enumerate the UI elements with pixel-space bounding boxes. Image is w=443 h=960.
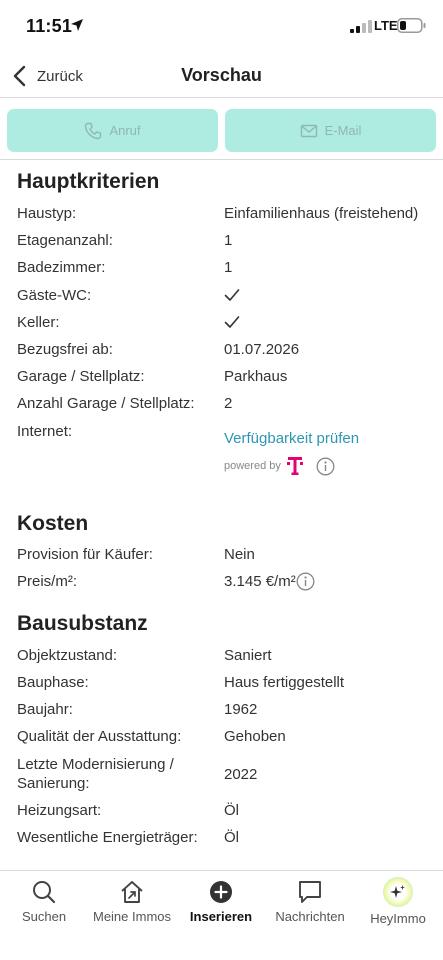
search-icon: [33, 881, 56, 904]
signal-icon: [350, 20, 372, 33]
navigation-bar: Zurück Vorschau: [0, 52, 443, 98]
row-value-year-built: 1962: [224, 701, 258, 718]
sparkle-icon: [390, 885, 405, 898]
tab-bar: Suchen Meine Immos Inserieren Nachrichte…: [0, 871, 443, 960]
tab-heyimmo[interactable]: HeyImmo: [354, 877, 442, 926]
checkmark-icon: [224, 289, 240, 301]
row-value-price-per-sqm: 3.145 €/m²: [224, 573, 296, 590]
call-label: Anruf: [109, 123, 141, 138]
row-value-house-type: Einfamilienhaus (freistehend): [224, 205, 419, 222]
email-button[interactable]: E-Mail: [225, 109, 436, 152]
home-icon: [121, 881, 143, 903]
powered-by-telekom: powered by: [224, 456, 335, 476]
chat-icon: [299, 881, 321, 903]
row-label-modernization-line1: Letzte Modernisierung /: [17, 756, 174, 773]
section-title-main: Hauptkriterien: [17, 170, 160, 193]
row-label-price-per-sqm: Preis/m²:: [17, 573, 77, 590]
tab-publish[interactable]: Inserieren: [177, 879, 265, 924]
row-label-energy-source: Wesentliche Energieträger:: [17, 829, 198, 846]
network-type: LTE: [374, 18, 398, 33]
tab-my-properties[interactable]: Meine Immos: [88, 879, 176, 924]
row-value-bathrooms: 1: [224, 259, 233, 276]
row-label-modernization-line2: Sanierung:: [17, 775, 90, 792]
phone-icon: [85, 122, 102, 139]
row-value-equipment-quality: Gehoben: [224, 728, 286, 745]
row-label-garage-count: Anzahl Garage / Stellplatz:: [17, 395, 195, 412]
row-value-guest-wc: [224, 288, 240, 307]
row-value-condition: Saniert: [224, 647, 272, 664]
row-value-available-from: 01.07.2026: [224, 341, 300, 358]
page-title: Vorschau: [181, 65, 262, 85]
call-button[interactable]: Anruf: [7, 109, 218, 152]
row-value-heating: Öl: [224, 802, 239, 819]
row-label-available-from: Bezugsfrei ab:: [17, 341, 113, 358]
tab-search[interactable]: Suchen: [0, 879, 88, 924]
row-value-cellar: [224, 315, 240, 334]
row-label-construction-phase: Bauphase:: [17, 674, 89, 691]
row-label-guest-wc: Gäste-WC:: [17, 287, 92, 304]
info-icon[interactable]: [316, 457, 335, 476]
row-label-internet: Internet:: [17, 423, 73, 440]
row-label-bathrooms: Badezimmer:: [17, 259, 106, 276]
row-label-floors: Etagenanzahl:: [17, 232, 113, 249]
tab-messages-label: Nachrichten: [275, 909, 345, 924]
checkmark-icon: [224, 316, 240, 328]
row-value-commission: Nein: [224, 546, 255, 563]
row-value-energy-source: Öl: [224, 829, 239, 846]
status-time: 11:51: [26, 16, 73, 36]
powered-by-label: powered by: [224, 460, 281, 472]
row-value-construction-phase: Haus fertiggestellt: [224, 674, 345, 691]
row-value-garage: Parkhaus: [224, 368, 288, 385]
section-title-costs: Kosten: [17, 512, 89, 535]
location-arrow-icon: [71, 19, 83, 31]
tab-heyimmo-label: HeyImmo: [370, 911, 426, 926]
check-availability-link[interactable]: Verfügbarkeit prüfen: [224, 429, 359, 448]
tab-search-label: Suchen: [21, 909, 67, 924]
row-value-modernization: 2022: [224, 766, 258, 783]
row-value-garage-count: 2: [224, 395, 233, 412]
row-label-cellar: Keller:: [17, 314, 60, 331]
telekom-logo-icon: [286, 457, 303, 475]
row-label-condition: Objektzustand:: [17, 647, 118, 664]
price-info-icon[interactable]: [296, 572, 315, 591]
tab-publish-label: Inserieren: [189, 909, 253, 924]
section-title-building: Bausubstanz: [17, 612, 148, 635]
battery-icon: [397, 18, 426, 33]
row-value-floors: 1: [224, 232, 233, 249]
tab-messages[interactable]: Nachrichten: [266, 879, 354, 924]
row-label-house-type: Haustyp:: [17, 205, 77, 222]
row-label-year-built: Baujahr:: [17, 701, 73, 718]
row-label-commission: Provision für Käufer:: [17, 546, 153, 563]
heyimmo-orb: [383, 877, 413, 907]
row-label-heating: Heizungsart:: [17, 802, 102, 819]
plus-circle-icon: [210, 881, 232, 903]
row-label-garage: Garage / Stellplatz:: [17, 368, 145, 385]
row-label-equipment-quality: Qualität der Ausstattung:: [17, 728, 182, 745]
contact-actions: Anruf E-Mail: [0, 99, 443, 160]
envelope-icon: [300, 124, 317, 137]
status-bar: 11:51 LTE: [0, 0, 443, 52]
email-label: E-Mail: [324, 123, 362, 138]
tab-my-properties-label: Meine Immos: [92, 909, 172, 924]
